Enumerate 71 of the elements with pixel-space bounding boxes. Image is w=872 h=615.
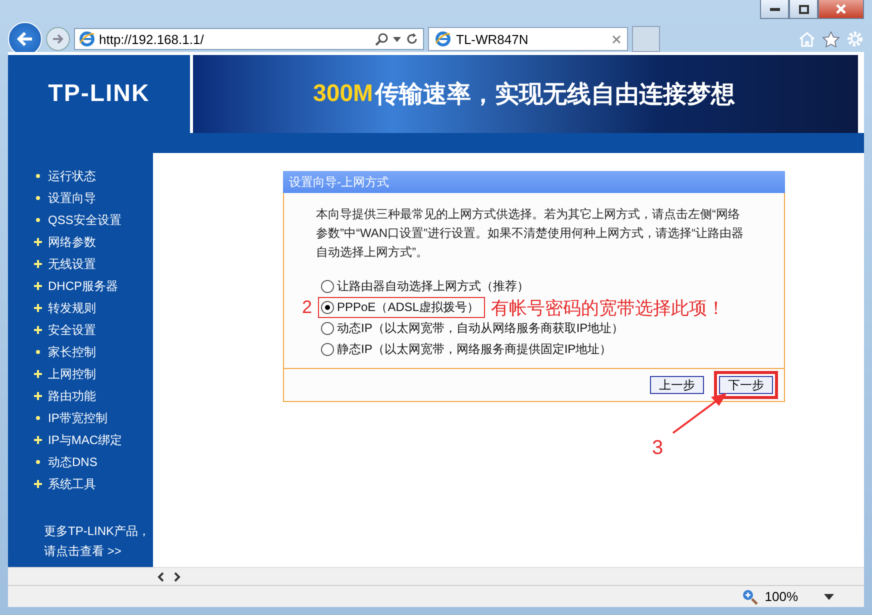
star-icon[interactable] <box>822 30 840 48</box>
minimize-button[interactable] <box>760 0 789 19</box>
arrow-right-icon <box>52 34 64 44</box>
plus-icon <box>34 282 42 290</box>
bullet-icon <box>36 196 40 200</box>
sidebar-item[interactable]: DHCP服务器 <box>48 278 118 294</box>
dropdown-caret-icon[interactable] <box>824 594 834 600</box>
annotation-note: 有帐号密码的宽带选择此项！ <box>491 296 726 320</box>
close-button[interactable] <box>818 0 864 19</box>
sidebar-item[interactable]: 无线设置 <box>48 256 96 272</box>
radio-option[interactable]: 动态IP（以太网宽带，自动从网络服务商获取IP地址） <box>318 318 630 339</box>
sidebar-item[interactable]: 家长控制 <box>48 344 96 360</box>
plus-icon <box>34 436 42 444</box>
radio-button[interactable] <box>321 343 334 356</box>
sidebar-item[interactable]: 网络参数 <box>48 234 96 250</box>
dropdown-caret-icon[interactable] <box>393 36 401 42</box>
sidebar-item[interactable]: QSS安全设置 <box>48 212 122 228</box>
zoom-icon[interactable] <box>740 588 759 606</box>
sidebar-item[interactable]: 运行状态 <box>48 168 96 184</box>
more-products-text[interactable]: 更多TP-LINK产品， <box>44 521 153 541</box>
plus-icon <box>34 238 42 246</box>
bullet-icon <box>36 174 40 178</box>
plus-icon <box>34 260 42 268</box>
plus-icon <box>34 304 42 312</box>
minimize-icon <box>770 7 780 11</box>
arrow-left-icon <box>17 32 33 46</box>
maximize-icon <box>798 4 808 14</box>
sidebar-item[interactable]: IP带宽控制 <box>48 410 108 426</box>
sidebar-item[interactable]: 路由功能 <box>48 388 96 404</box>
bullet-icon <box>36 460 40 464</box>
sidebar-item[interactable]: 动态DNS <box>48 454 98 470</box>
step-number: 3 <box>652 437 664 460</box>
step-button[interactable]: 上一步 <box>650 376 704 394</box>
radio-button[interactable] <box>321 280 334 293</box>
plus-icon <box>34 392 42 400</box>
step-number: 2 <box>302 297 312 317</box>
radio-button[interactable] <box>321 301 334 314</box>
close-icon <box>836 4 846 14</box>
sidebar-item[interactable]: 设置向导 <box>48 190 96 206</box>
logo: TP-LINK <box>8 55 190 133</box>
sidebar-item[interactable]: 系统工具 <box>48 476 96 492</box>
globe-e-icon <box>79 31 95 47</box>
banner-slogan: 传输速率，实现无线自由连接梦想 <box>375 80 736 110</box>
sidebar-item[interactable]: 安全设置 <box>48 322 96 338</box>
address-field[interactable]: http://192.168.1.1/ <box>74 28 424 50</box>
plus-icon <box>34 370 42 378</box>
radio-button[interactable] <box>321 322 334 335</box>
plus-icon <box>34 480 42 488</box>
radio-option[interactable]: PPPoE（ADSL虚拟拨号） <box>318 297 486 318</box>
maximize-button[interactable] <box>789 0 818 19</box>
search-icon[interactable] <box>375 32 389 46</box>
more-products-link[interactable]: 请点击查看 >> <box>44 541 153 561</box>
forward-button[interactable] <box>46 27 70 51</box>
step-button[interactable]: 下一步 <box>714 371 778 399</box>
refresh-icon[interactable] <box>405 32 419 46</box>
globe-e-icon <box>435 31 451 47</box>
panel-title: 设置向导-上网方式 <box>283 171 785 193</box>
intro-text: 本向导提供三种最常见的上网方式供选择。若为其它上网方式，请点击左侧“网络参数”中“WAN口设置”进行设置。如果不清楚使用何种上网方式，请选择“让路由器自动选择上网方式”。 <box>315 206 745 261</box>
banner-highlight: 300M <box>313 80 374 108</box>
bullet-icon <box>36 416 40 420</box>
bullet-icon <box>36 350 40 354</box>
radio-option[interactable]: 让路由器自动选择上网方式（推荐） <box>318 276 535 297</box>
sidebar-item[interactable]: 转发规则 <box>48 300 96 316</box>
sidebar-item[interactable]: 上网控制 <box>48 366 96 382</box>
bullet-icon <box>36 218 40 222</box>
close-tab-icon[interactable] <box>612 34 621 44</box>
plus-icon <box>34 326 42 334</box>
browser-tab[interactable]: TL-WR847N <box>428 27 628 51</box>
zoom-level[interactable]: 100% <box>764 589 798 604</box>
radio-option[interactable]: 静态IP（以太网宽带，网络服务商提供固定IP地址） <box>318 339 618 360</box>
sidebar-item[interactable]: IP与MAC绑定 <box>48 432 122 448</box>
